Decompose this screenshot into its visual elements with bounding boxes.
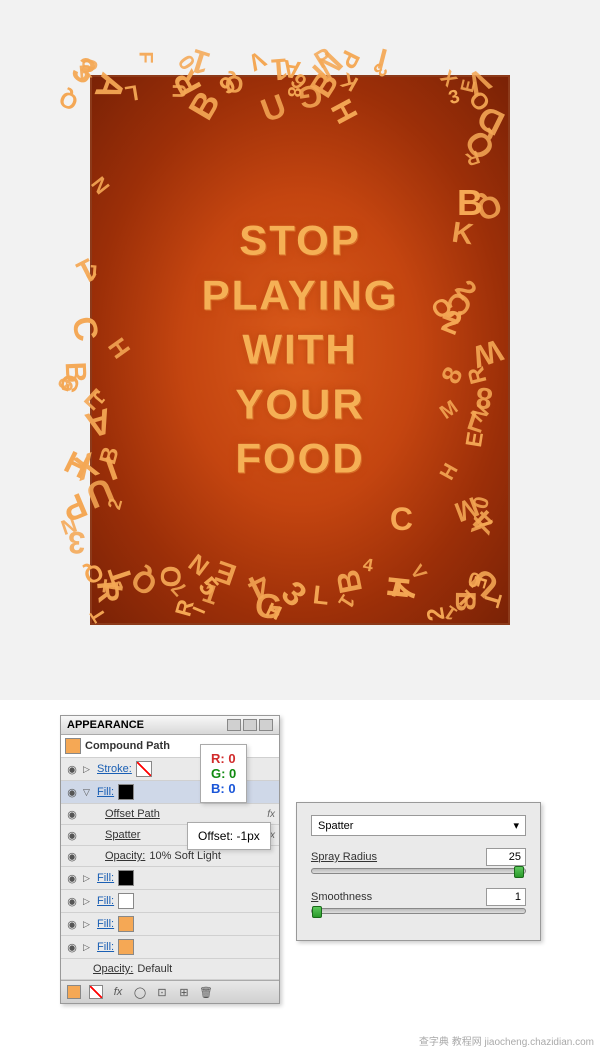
canvas: RHBLUNIVQOLE1Q3QAT18V762K5XR8B2RXUJC04HQ… (90, 75, 510, 625)
rgb-r-value: R: 0 (211, 751, 236, 766)
stroke-swatch[interactable] (136, 761, 152, 777)
duplicate-button[interactable]: ⊡ (155, 985, 169, 999)
offset-tooltip: Offset: -1px (187, 822, 271, 850)
opacity-default-value: Default (137, 963, 172, 975)
panels-area: APPEARANCE Compound Path ◉ ▷ Stroke: ◉ ▽… (0, 700, 600, 1051)
fill-row-3[interactable]: ◉ ▷ Fill: (61, 890, 279, 913)
compound-swatch (65, 738, 81, 754)
expand-icon[interactable]: ▷ (83, 896, 93, 907)
expand-icon[interactable]: ▽ (83, 787, 93, 798)
eye-icon[interactable]: ◉ (65, 941, 79, 953)
panel-footer: fx ◯ ⊡ ⊞ 🗑 (61, 980, 279, 1003)
expand-icon[interactable]: ▷ (83, 919, 93, 930)
smoothness-input[interactable] (486, 888, 526, 906)
fill-label[interactable]: Fill: (97, 786, 114, 798)
expand-icon[interactable]: ▷ (83, 942, 93, 953)
fill-swatch-white[interactable] (118, 893, 134, 909)
opacity-default-row[interactable]: Opacity: Default (61, 959, 279, 980)
fill-row-4[interactable]: ◉ ▷ Fill: (61, 913, 279, 936)
eye-icon[interactable]: ◉ (65, 808, 79, 820)
stroke-label[interactable]: Stroke: (97, 763, 132, 775)
fill-label[interactable]: Fill: (97, 872, 114, 884)
smoothness-slider[interactable] (311, 908, 526, 914)
menu-icon[interactable] (243, 719, 257, 731)
fill-label[interactable]: Fill: (97, 941, 114, 953)
clear-button[interactable]: ◯ (133, 985, 147, 999)
spatter-panel: Spatter ▾ SSpray Radiuspray Radius Smoot… (296, 802, 541, 941)
dropdown-value: Spatter (318, 820, 353, 832)
eye-icon[interactable]: ◉ (65, 895, 79, 907)
opacity-label[interactable]: Opacity: (83, 963, 133, 975)
spatter-label[interactable]: Spatter (83, 829, 140, 841)
spray-radius-input[interactable] (486, 848, 526, 866)
artwork-area: RHBLUNIVQOLE1Q3QAT18V762K5XR8B2RXUJC04HQ… (0, 0, 600, 700)
opacity-label[interactable]: Opacity: (83, 850, 145, 862)
footer-swatch-none[interactable] (89, 985, 103, 999)
spray-radius-label: SSpray Radiuspray Radius (311, 851, 377, 863)
fill-swatch-orange[interactable] (118, 939, 134, 955)
offset-value: Offset: -1px (198, 829, 260, 843)
panel-title: APPEARANCE (67, 719, 144, 731)
rgb-g-value: G: 0 (211, 766, 236, 781)
slider-thumb[interactable] (312, 906, 322, 918)
fill-swatch-orange[interactable] (118, 916, 134, 932)
smoothness-label: Smoothness (311, 891, 372, 903)
eye-icon[interactable]: ◉ (65, 829, 79, 841)
slider-thumb[interactable] (514, 866, 524, 878)
minimize-icon[interactable] (227, 719, 241, 731)
float-letter-c: C (390, 501, 413, 538)
eye-icon[interactable]: ◉ (65, 763, 79, 775)
compound-label: Compound Path (85, 740, 170, 752)
close-icon[interactable] (259, 719, 273, 731)
eye-icon[interactable]: ◉ (65, 918, 79, 930)
watermark: 查字典 教程网 jiaocheng.chazidian.com (419, 1033, 594, 1048)
spray-radius-slider[interactable] (311, 868, 526, 874)
fx-button[interactable]: fx (111, 985, 125, 999)
rgb-tooltip: R: 0 G: 0 B: 0 (200, 744, 247, 803)
spatter-dropdown[interactable]: Spatter ▾ (311, 815, 526, 836)
fx-icon: fx (267, 809, 275, 820)
expand-icon[interactable]: ▷ (83, 873, 93, 884)
smoothness-row: Smoothness (311, 888, 526, 906)
fill-swatch-black[interactable] (118, 784, 134, 800)
expand-icon[interactable]: ▷ (83, 764, 93, 775)
fill-row-5[interactable]: ◉ ▷ Fill: (61, 936, 279, 959)
fill-label[interactable]: Fill: (97, 918, 114, 930)
rgb-b-value: B: 0 (211, 781, 236, 796)
offset-path-label[interactable]: Offset Path (83, 808, 160, 820)
eye-icon[interactable]: ◉ (65, 872, 79, 884)
chevron-down-icon: ▾ (513, 819, 519, 832)
spray-radius-row: SSpray Radiuspray Radius (311, 848, 526, 866)
float-letter-b: B (457, 182, 483, 224)
fill-row-2[interactable]: ◉ ▷ Fill: (61, 867, 279, 890)
eye-icon[interactable]: ◉ (65, 786, 79, 798)
footer-swatch[interactable] (67, 985, 81, 999)
main-artwork-text: STOPPLAYINGWITHYOURFOOD (202, 214, 399, 487)
fill-label[interactable]: Fill: (97, 895, 114, 907)
panel-header-controls (227, 719, 273, 731)
opacity-value: 10% Soft Light (149, 850, 221, 862)
panel-header[interactable]: APPEARANCE (61, 716, 279, 735)
eye-icon[interactable]: ◉ (65, 850, 79, 862)
new-button[interactable]: ⊞ (177, 985, 191, 999)
fill-swatch-black[interactable] (118, 870, 134, 886)
trash-icon[interactable]: 🗑 (199, 985, 213, 999)
